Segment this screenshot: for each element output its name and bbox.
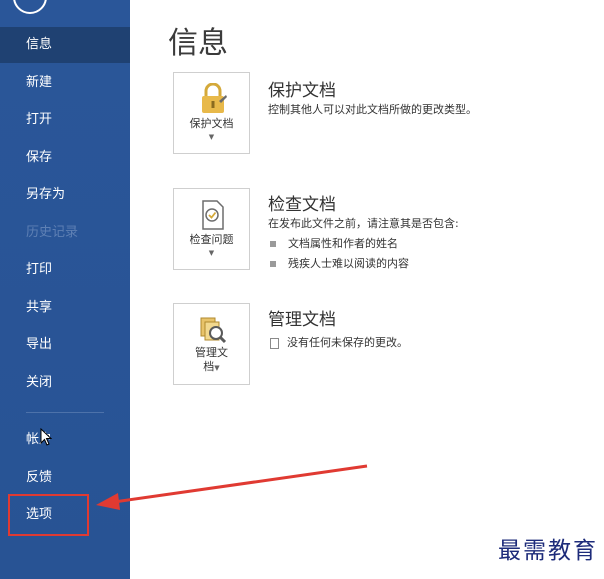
protect-document-title: 保护文档 <box>268 81 336 101</box>
lock-icon <box>202 83 227 113</box>
nav-item-close[interactable]: 关闭 <box>0 365 130 401</box>
protect-document-button[interactable]: 保护文档 ▼ <box>173 72 250 154</box>
manage-document-label-line2-text: 档 <box>203 360 215 373</box>
inspect-bullet-item: 残疾人士难以阅读的内容 <box>270 255 409 271</box>
nav-item-save[interactable]: 保存 <box>0 140 130 176</box>
watermark-text: 最需教育 <box>498 538 598 564</box>
bullet-icon <box>270 261 276 267</box>
inspect-document-description: 在发布此文件之前，请注意其是否包含: <box>268 217 459 230</box>
nav-item-save-as[interactable]: 另存为 <box>0 177 130 213</box>
annotation-arrow-icon <box>96 464 368 510</box>
check-issues-button[interactable]: 检查问题 ▼ <box>173 188 250 270</box>
nav-item-print[interactable]: 打印 <box>0 252 130 288</box>
manage-document-label-line1: 管理文 <box>195 346 228 359</box>
nav-item-options[interactable]: 选项 <box>8 494 89 536</box>
manage-document-label-line2: 档▼ <box>174 360 249 375</box>
inspect-bullet-text: 文档属性和作者的姓名 <box>288 237 398 250</box>
inspect-bullet-item: 文档属性和作者的姓名 <box>270 235 398 251</box>
check-issues-label: 检查问题 <box>189 233 234 246</box>
chevron-down-icon: ▼ <box>208 133 215 141</box>
inspect-document-title: 检查文档 <box>268 195 336 215</box>
protect-document-label: 保护文档 <box>189 117 234 130</box>
chevron-down-icon: ▼ <box>214 364 220 372</box>
manage-document-note: 没有任何未保存的更改。 <box>270 334 408 350</box>
back-button[interactable] <box>13 0 47 14</box>
nav-item-info[interactable]: 信息 <box>0 27 130 63</box>
manage-document-note-text: 没有任何未保存的更改。 <box>287 336 408 349</box>
page-title: 信息 <box>168 26 228 61</box>
bullet-icon <box>270 241 276 247</box>
mouse-pointer-icon <box>40 428 52 446</box>
inspect-bullet-text: 残疾人士难以阅读的内容 <box>288 257 409 270</box>
manage-document-icon <box>200 317 227 344</box>
manage-document-title: 管理文档 <box>268 310 336 330</box>
manage-document-button[interactable]: 管理文 档▼ <box>173 303 250 385</box>
nav-item-share[interactable]: 共享 <box>0 290 130 326</box>
chevron-down-icon: ▼ <box>208 249 215 257</box>
inspect-document-icon <box>202 200 224 230</box>
protect-document-description: 控制其他人可以对此文档所做的更改类型。 <box>268 103 477 116</box>
nav-item-new[interactable]: 新建 <box>0 65 130 101</box>
nav-item-export[interactable]: 导出 <box>0 327 130 363</box>
nav-item-history: 历史记录 <box>26 225 79 240</box>
nav-divider <box>26 412 104 413</box>
nav-item-account[interactable]: 帐户 <box>0 422 130 458</box>
document-icon <box>270 337 279 349</box>
nav-item-open[interactable]: 打开 <box>0 102 130 138</box>
